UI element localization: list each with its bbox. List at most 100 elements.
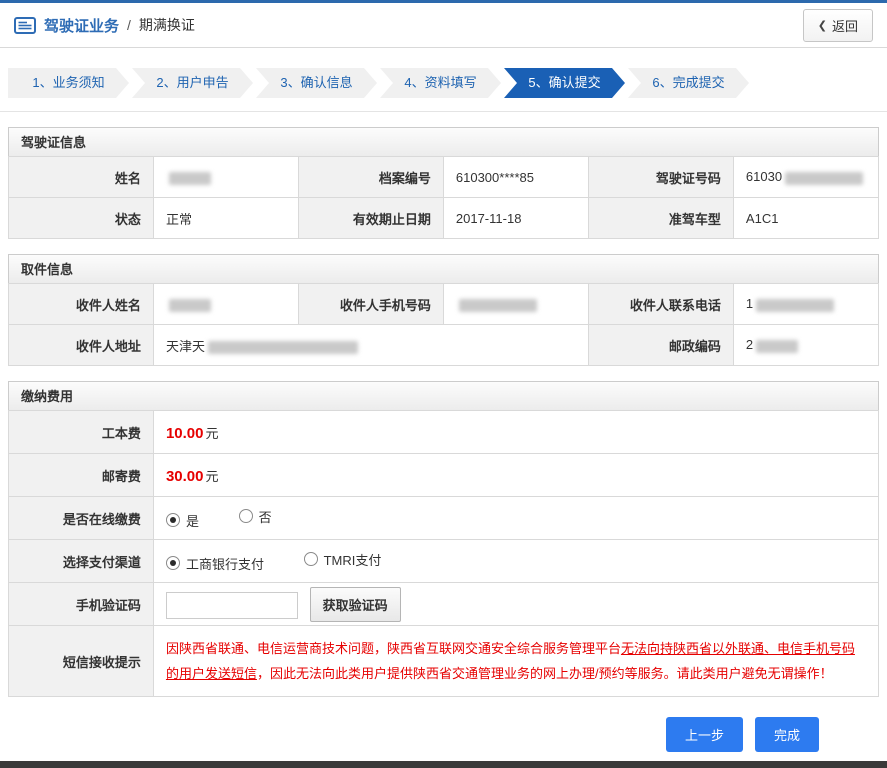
- recipient-name-label: 收件人姓名: [8, 283, 154, 325]
- header: 驾驶证业务 / 期满换证 ❮ 返回: [0, 3, 887, 48]
- license-info-table: 姓名 档案编号 610300****85 驾驶证号码 61030 状态 正常 有…: [8, 156, 880, 239]
- fee-unit: 元: [205, 468, 219, 484]
- breadcrumb-separator: /: [127, 17, 131, 33]
- table-row: 手机验证码 获取验证码: [8, 582, 880, 626]
- radio-online-yes[interactable]: 是: [165, 511, 199, 530]
- main-content: 驾驶证信息 姓名 档案编号 610300****85 驾驶证号码 61030 状…: [0, 127, 887, 752]
- postcode-label: 邮政编码: [587, 324, 734, 366]
- production-fee-label: 工本费: [8, 410, 154, 454]
- vehicle-class-label: 准驾车型: [587, 197, 734, 239]
- step-label: 3、确认信息: [280, 75, 353, 90]
- payment-channel-options: 工商银行支付 TMRI支付: [152, 539, 880, 583]
- production-fee-value: 10.00 元: [152, 410, 880, 454]
- license-info-section: 驾驶证信息 姓名 档案编号 610300****85 驾驶证号码 61030 状…: [8, 127, 880, 239]
- radio-channel-icbc[interactable]: 工商银行支付: [165, 554, 264, 573]
- online-payment-options: 是 否: [152, 496, 880, 540]
- redacted-text: [458, 298, 537, 312]
- step-label: 4、资料填写: [404, 75, 477, 90]
- step-label: 6、完成提交: [652, 75, 725, 90]
- redacted-text: [756, 298, 835, 312]
- recipient-mobile-label: 收件人手机号码: [297, 283, 444, 325]
- license-business-icon: [14, 16, 36, 34]
- payment-channel-label: 选择支付渠道: [8, 539, 154, 583]
- redacted-text: [785, 171, 864, 185]
- back-button[interactable]: ❮ 返回: [802, 8, 873, 42]
- pickup-info-table: 收件人姓名 收件人手机号码 收件人联系电话 1 收件人地址 天津天 邮政编码 2: [8, 283, 880, 366]
- radio-checked-icon: [165, 556, 180, 570]
- postcode-value: 2: [732, 324, 880, 366]
- redacted-text: [168, 171, 211, 185]
- recipient-phone-label: 收件人联系电话: [587, 283, 734, 325]
- redacted-text: [756, 339, 799, 353]
- step-3-confirm-info[interactable]: 3、确认信息: [256, 68, 377, 98]
- table-row: 邮寄费 30.00 元: [8, 453, 880, 497]
- recipient-address-label: 收件人地址: [8, 324, 154, 366]
- recipient-mobile-value: [442, 283, 589, 325]
- mailing-fee-value: 30.00 元: [152, 453, 880, 497]
- radio-label: TMRI支付: [323, 552, 382, 568]
- sms-notice-text: 因陕西省联通、电信运营商技术问题，陕西省互联网交通安全综合服务管理平台无法向持陕…: [166, 636, 866, 686]
- chevron-left-icon: ❮: [817, 19, 827, 32]
- file-number-label: 档案编号: [297, 156, 444, 198]
- step-1-business-notice[interactable]: 1、业务须知: [8, 68, 129, 98]
- step-label: 1、业务须知: [32, 75, 105, 90]
- name-label: 姓名: [8, 156, 154, 198]
- table-row: 姓名 档案编号 610300****85 驾驶证号码 61030: [8, 156, 880, 198]
- license-number-value: 61030: [732, 156, 880, 198]
- value-text: 1: [745, 296, 754, 312]
- step-label: 2、用户申告: [156, 75, 229, 90]
- recipient-address-value: 天津天: [152, 324, 589, 366]
- step-5-confirm-submit[interactable]: 5、确认提交: [504, 68, 625, 98]
- radio-checked-icon: [165, 513, 180, 527]
- radio-label: 否: [258, 509, 272, 525]
- table-row: 状态 正常 有效期止日期 2017-11-18 准驾车型 A1C1: [8, 197, 880, 239]
- online-payment-label: 是否在线缴费: [8, 496, 154, 540]
- table-row: 收件人姓名 收件人手机号码 收件人联系电话 1: [8, 283, 880, 325]
- table-row: 短信接收提示 因陕西省联通、电信运营商技术问题，陕西省互联网交通安全综合服务管理…: [8, 625, 880, 697]
- file-number-value: 610300****85: [442, 156, 589, 198]
- value-text: 天津天: [165, 338, 205, 354]
- step-6-complete-submit[interactable]: 6、完成提交: [628, 68, 749, 98]
- radio-channel-tmri[interactable]: TMRI支付: [303, 550, 382, 569]
- notice-segment: ，因此无法向此类用户提供陕西省交通管理业务的网上办理/预约等服务。请此类用户避免…: [256, 666, 833, 681]
- breadcrumb: 驾驶证业务 / 期满换证: [14, 15, 195, 36]
- get-code-button[interactable]: 获取验证码: [309, 586, 401, 622]
- fee-unit: 元: [205, 425, 219, 441]
- license-number-label: 驾驶证号码: [587, 156, 734, 198]
- payment-title: 缴纳费用: [8, 381, 879, 411]
- sms-notice-label: 短信接收提示: [8, 625, 154, 697]
- table-row: 选择支付渠道 工商银行支付 TMRI支付: [8, 539, 880, 583]
- table-row: 工本费 10.00 元: [8, 410, 880, 454]
- notice-segment: 因陕西省联通、电信运营商技术问题，陕西省互联网交通安全综合服务管理平台: [165, 641, 621, 656]
- step-label: 5、确认提交: [528, 75, 601, 90]
- sms-code-input[interactable]: [165, 591, 298, 619]
- table-row: 是否在线缴费 是 否: [8, 496, 880, 540]
- step-4-fill-info[interactable]: 4、资料填写: [380, 68, 501, 98]
- form-actions: 上一步 完成: [8, 697, 879, 752]
- mailing-fee-label: 邮寄费: [8, 453, 154, 497]
- payment-table: 工本费 10.00 元 邮寄费 30.00 元 是否在线缴费 是 否 选择支付渠…: [8, 410, 880, 697]
- radio-online-no[interactable]: 否: [238, 507, 272, 526]
- sms-code-field: 获取验证码: [152, 582, 880, 626]
- sms-notice-value: 因陕西省联通、电信运营商技术问题，陕西省互联网交通安全综合服务管理平台无法向持陕…: [152, 625, 880, 697]
- value-text: 2: [745, 337, 754, 353]
- recipient-phone-value: 1: [732, 283, 880, 325]
- page-title: 驾驶证业务: [44, 17, 120, 35]
- recipient-name-value: [152, 283, 299, 325]
- expiry-date-value: 2017-11-18: [442, 197, 589, 239]
- fee-amount: 30.00: [165, 467, 204, 485]
- redacted-text: [168, 298, 211, 312]
- vehicle-class-value: A1C1: [732, 197, 880, 239]
- expiry-date-label: 有效期止日期: [297, 197, 444, 239]
- table-row: 收件人地址 天津天 邮政编码 2: [8, 324, 880, 366]
- finish-button[interactable]: 完成: [754, 717, 819, 752]
- status-label: 状态: [8, 197, 154, 239]
- redacted-text: [207, 340, 358, 354]
- sms-code-label: 手机验证码: [8, 582, 154, 626]
- back-button-label: 返回: [831, 18, 858, 34]
- previous-step-button[interactable]: 上一步: [665, 717, 743, 752]
- step-wizard: 1、业务须知 2、用户申告 3、确认信息 4、资料填写 5、确认提交 6、完成提…: [0, 48, 887, 112]
- radio-unchecked-icon: [303, 552, 318, 566]
- pickup-info-section: 取件信息 收件人姓名 收件人手机号码 收件人联系电话 1 收件人地址 天津天 邮…: [8, 254, 880, 366]
- step-2-user-declaration[interactable]: 2、用户申告: [132, 68, 253, 98]
